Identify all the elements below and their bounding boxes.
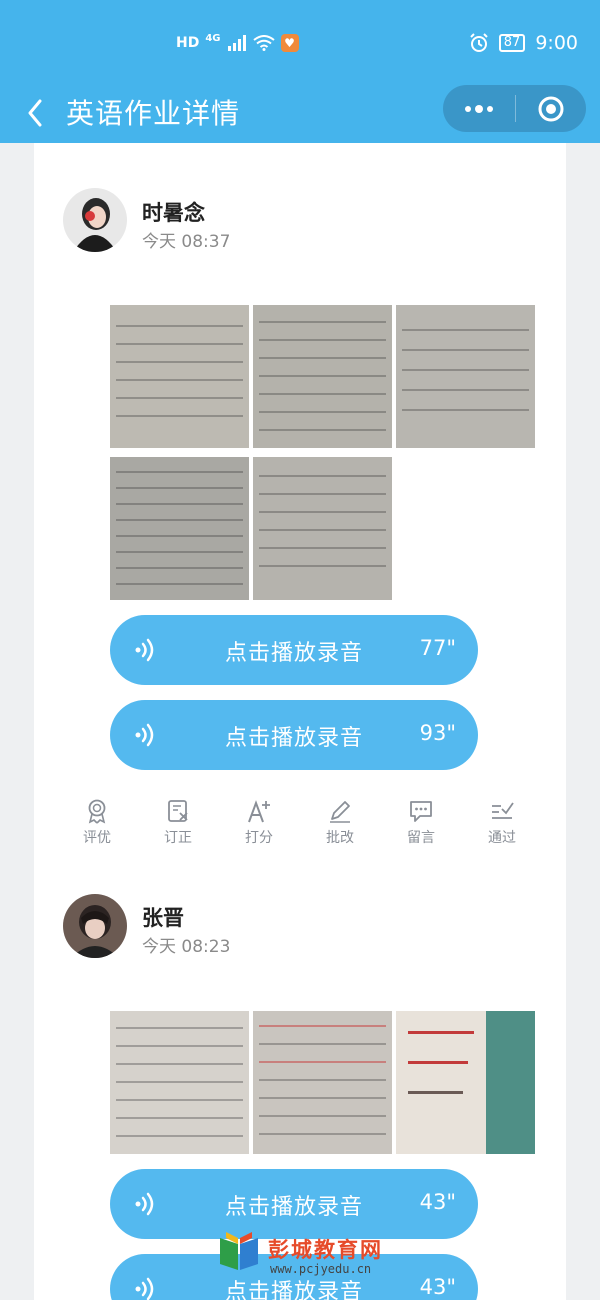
recording-duration: 77" (419, 636, 456, 660)
homework-photo[interactable] (253, 457, 392, 600)
battery-indicator: 87 (498, 34, 526, 52)
wifi-icon (252, 35, 275, 51)
page-title: 英语作业详情 (66, 97, 241, 130)
message-icon (410, 801, 432, 822)
score-label: 打分 (245, 830, 273, 846)
submit-time: 今天 08:23 (142, 937, 231, 957)
grade-label: 批改 (326, 830, 354, 846)
chevron-left-icon (28, 99, 42, 127)
homework-photo[interactable] (110, 457, 249, 600)
recording-duration: 43" (419, 1275, 456, 1299)
award-button[interactable]: 评优 (67, 798, 127, 847)
watermark-text: 彭城教育网 (268, 1238, 383, 1262)
alarm-icon (470, 33, 488, 52)
homework-photo[interactable] (110, 305, 249, 448)
health-app-icon: ♥ (280, 34, 299, 52)
more-dots-icon (465, 104, 493, 113)
nav-bar: 英语作业详情 (0, 85, 600, 143)
watermark-url: www.pcjyedu.cn (270, 1262, 372, 1276)
submission-list: 时暑念 今天 08:37 点击播放录音 77" 点击播放录音 93" 评优 订正… (34, 143, 566, 1300)
approve-button[interactable]: 通过 (472, 798, 532, 847)
miniprogram-capsule (443, 85, 586, 132)
award-icon (88, 799, 106, 824)
status-bar: HD 4G ♥ 87 9:00 (0, 0, 600, 85)
avatar-girl-image (63, 188, 127, 252)
play-recording-button[interactable]: 点击播放录音 93" (110, 700, 478, 770)
message-label: 留言 (407, 830, 435, 846)
grade-button[interactable]: 批改 (310, 798, 370, 847)
correct-icon (168, 800, 188, 822)
approve-label: 通过 (488, 830, 516, 846)
correct-label: 订正 (164, 830, 192, 846)
message-button[interactable]: 留言 (391, 798, 451, 847)
score-icon (248, 800, 270, 823)
homework-photo[interactable] (396, 305, 535, 448)
homework-photo[interactable] (253, 305, 392, 448)
target-close-icon (538, 96, 564, 121)
network-4g-indicator: 4G (205, 32, 221, 44)
student-name: 时暑念 (142, 201, 205, 225)
recording-duration: 43" (419, 1190, 456, 1214)
homework-photo[interactable] (396, 1011, 535, 1154)
close-miniprogram-button[interactable] (516, 85, 586, 132)
pencil-icon (330, 801, 350, 823)
signal-icon (227, 35, 246, 51)
status-left: HD 4G ♥ (176, 32, 299, 52)
homework-photo[interactable] (110, 1011, 249, 1154)
award-label: 评优 (83, 830, 111, 846)
recording-duration: 93" (419, 721, 456, 745)
approve-icon (492, 802, 514, 819)
play-recording-button[interactable]: 点击播放录音 77" (110, 615, 478, 685)
back-button[interactable] (20, 93, 50, 133)
more-button[interactable] (443, 85, 515, 132)
avatar-boy-image (63, 894, 127, 958)
avatar[interactable] (63, 188, 127, 252)
book-logo-icon (220, 1232, 258, 1270)
correct-button[interactable]: 订正 (148, 798, 208, 847)
homework-photo[interactable] (253, 1011, 392, 1154)
clock: 9:00 (535, 32, 578, 54)
student-name: 张晋 (142, 906, 184, 930)
avatar[interactable] (63, 894, 127, 958)
status-right: 87 9:00 (469, 32, 578, 54)
score-button[interactable]: 打分 (229, 798, 289, 847)
watermark: 彭城教育网 www.pcjyedu.cn (216, 1228, 396, 1288)
hd-indicator: HD (176, 35, 200, 51)
submit-time: 今天 08:37 (142, 232, 231, 252)
